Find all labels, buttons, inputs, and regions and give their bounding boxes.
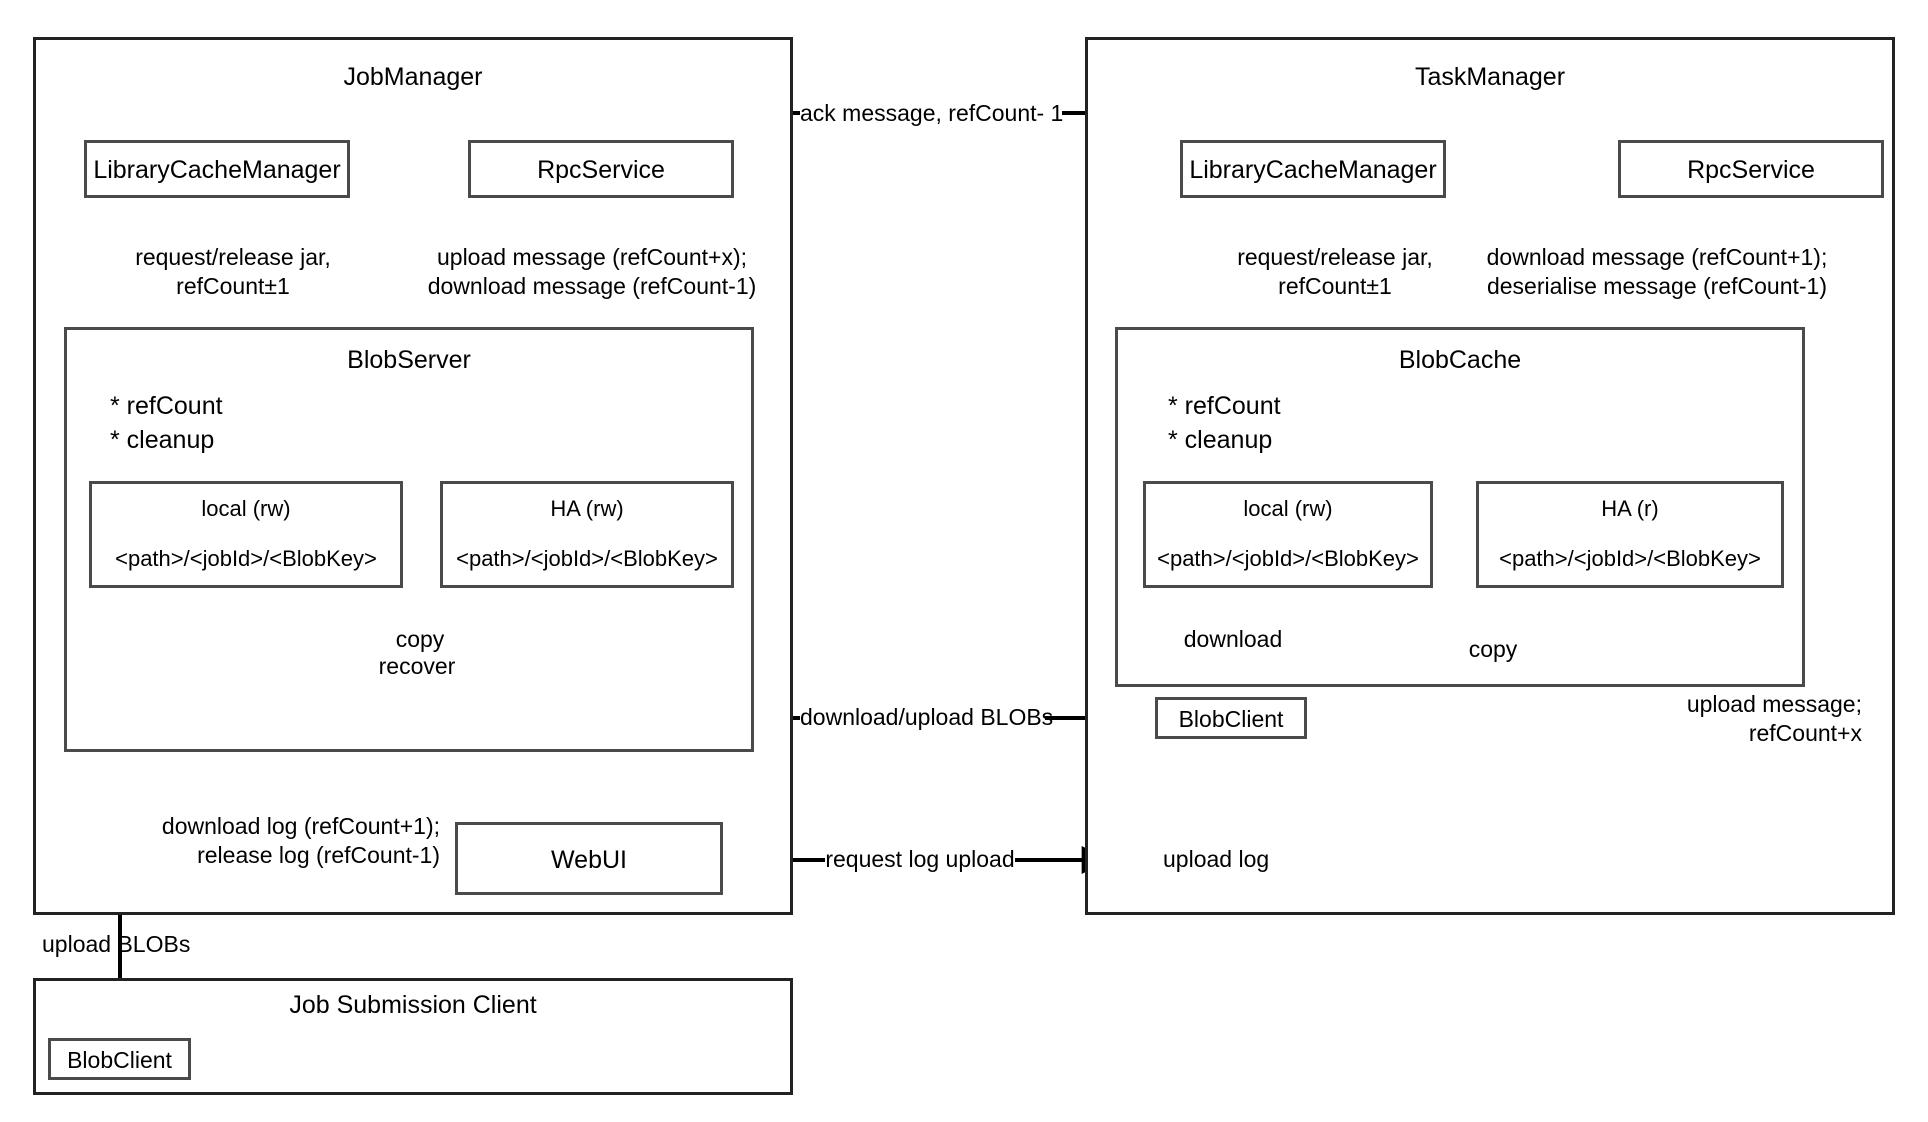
blobserver-local-path: <path>/<jobId>/<BlobKey> bbox=[115, 546, 377, 571]
blobcache-ha-title: HA (r) bbox=[1601, 496, 1659, 521]
blobserver-ha-title: HA (rw) bbox=[550, 496, 624, 521]
blobcache-bullets: * refCount * cleanup bbox=[1168, 392, 1281, 454]
taskmanager-title: TaskManager bbox=[1414, 63, 1566, 91]
blobserver-local-title: local (rw) bbox=[201, 496, 291, 521]
blobcache-ha-path: <path>/<jobId>/<BlobKey> bbox=[1499, 546, 1761, 571]
diagram-canvas: JobManager LibraryCacheManager RpcServic… bbox=[0, 0, 1928, 1122]
upload-log-label: upload log bbox=[1163, 846, 1270, 872]
tm-blobclient-label: BlobClient bbox=[1178, 706, 1284, 732]
upload-message-label: upload message; refCount+x bbox=[1600, 690, 1862, 748]
tm-library-cache-manager-label: LibraryCacheManager bbox=[1189, 156, 1437, 184]
blobserver-ha-path: <path>/<jobId>/<BlobKey> bbox=[456, 546, 718, 571]
jm-rpc-service-label: RpcService bbox=[537, 156, 665, 184]
tm-lcm-edge-label: request/release jar, refCount±1 bbox=[1237, 244, 1433, 299]
blobserver-title: BlobServer bbox=[347, 346, 471, 374]
ack-message-label: ack message, refCount- 1 bbox=[800, 99, 1064, 128]
blobserver-copy-label: copy bbox=[380, 625, 460, 654]
blobcache-local-title: local (rw) bbox=[1243, 496, 1333, 521]
upload-blobs-label: upload BLOBs bbox=[42, 931, 191, 957]
blobcache-local-path: <path>/<jobId>/<BlobKey> bbox=[1157, 546, 1419, 571]
blobcache-copy-label: copy bbox=[1455, 635, 1531, 664]
tm-rpc-service-label: RpcService bbox=[1687, 156, 1815, 184]
request-log-upload-label: request log upload bbox=[825, 845, 1015, 874]
download-upload-blobs-label: download/upload BLOBs bbox=[800, 703, 1054, 732]
jobmanager-title: JobManager bbox=[343, 63, 483, 91]
blobcache-title: BlobCache bbox=[1398, 346, 1522, 374]
tm-rpc-edge-label: download message (refCount+1); deseriali… bbox=[1486, 244, 1828, 299]
blobserver-recover-label: recover bbox=[358, 652, 476, 681]
jobclient-blobclient-label: BlobClient bbox=[67, 1047, 172, 1073]
jm-library-cache-manager-label: LibraryCacheManager bbox=[93, 156, 341, 184]
jm-rpc-edge-label: upload message (refCount+x); download me… bbox=[427, 244, 757, 299]
blobserver-bullets: * refCount * cleanup bbox=[110, 392, 223, 454]
blobcache-download-label: download bbox=[1158, 625, 1308, 654]
jm-lcm-edge-label: request/release jar, refCount±1 bbox=[135, 244, 331, 299]
webui-edge-label: download log (refCount+1); release log (… bbox=[161, 813, 440, 868]
jobclient-title: Job Submission Client bbox=[289, 991, 537, 1019]
webui-label: WebUI bbox=[551, 846, 627, 874]
